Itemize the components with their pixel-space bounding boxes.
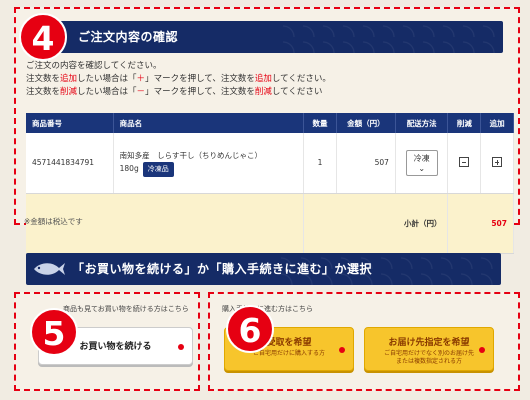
minus-icon	[462, 161, 467, 163]
tax-note: ※金額は税込です	[24, 217, 83, 226]
continue-caption: 商品も見てお買い物を続ける方はこちら	[63, 305, 189, 313]
order-confirm-title: ご注文内容の確認	[78, 30, 179, 44]
delivery-select[interactable]: 冷凍 ⌄	[405, 149, 438, 176]
col-add: 追加	[480, 113, 514, 133]
col-price: 金額（円）	[336, 113, 396, 133]
plus-button[interactable]	[492, 156, 503, 167]
step-4-badge: 4	[19, 13, 67, 61]
order-instructions: ご注文の内容を確認してください。 注文数を追加したい場合は「＋」マークを押して、…	[26, 60, 506, 99]
col-reduce: 削減	[447, 113, 482, 133]
subtotal-value: 507	[447, 193, 514, 254]
order-table-header: 商品番号 商品名 数量 金額（円） 配送方法 削減 追加	[26, 113, 514, 133]
add-cell	[480, 133, 514, 194]
step-5-badge: 5	[30, 308, 78, 356]
col-code: 商品番号	[26, 113, 114, 133]
product-code: 4571441834791	[26, 133, 114, 194]
minus-button[interactable]	[459, 156, 470, 167]
table-row: 4571441834791 南知多産 しらす干し（ちりめんじゃこ）180g 冷凍品…	[26, 133, 514, 194]
price: 507	[336, 133, 396, 194]
step-6-badge: 6	[226, 305, 274, 353]
order-confirm-section: ご注文内容の確認 ご注文の内容を確認してください。 注文数を追加したい場合は「＋…	[14, 7, 520, 254]
subtotal-row: 小計（円） 507	[26, 193, 514, 254]
select-header: 「お買い物を続ける」か「購入手続きに進む」か選択	[26, 253, 501, 285]
intro-line-3: 注文数を削減したい場合は「－」マークを押して、注文数を削減してください	[26, 87, 323, 97]
delivery-cell: 冷凍 ⌄	[395, 133, 449, 194]
arrow-dot-icon	[339, 347, 345, 353]
reduce-cell	[447, 133, 482, 194]
subtotal-label: 小計（円）	[303, 193, 449, 254]
chevron-down-icon: ⌄	[418, 163, 426, 173]
col-delivery: 配送方法	[395, 113, 449, 133]
arrow-dot-icon	[178, 344, 184, 350]
quantity: 1	[303, 133, 337, 194]
frozen-badge: 冷凍品	[142, 161, 174, 177]
product-name: 南知多産 しらす干し（ちりめんじゃこ）180g	[119, 150, 262, 173]
order-confirm-header: ご注文内容の確認	[28, 21, 503, 53]
fish-icon	[34, 263, 65, 275]
intro-line-2: 注文数を追加したい場合は「＋」マークを押して、注文数を追加してください。	[26, 74, 331, 84]
select-title: 「お買い物を続ける」か「購入手続きに進む」か選択	[72, 262, 373, 276]
order-table: 商品番号 商品名 数量 金額（円） 配送方法 削減 追加 45714418347…	[26, 113, 514, 254]
arrow-dot-icon	[479, 347, 485, 353]
col-qty: 数量	[303, 113, 337, 133]
delivery-address-button[interactable]: お届け先指定を希望 ご自宅用だけでなく別のお届け先 または複数指定される方	[364, 327, 494, 371]
col-name: 商品名	[113, 113, 305, 133]
product-name-cell: 南知多産 しらす干し（ちりめんじゃこ）180g 冷凍品	[113, 133, 305, 194]
intro-line-1: ご注文の内容を確認してください。	[26, 61, 162, 71]
